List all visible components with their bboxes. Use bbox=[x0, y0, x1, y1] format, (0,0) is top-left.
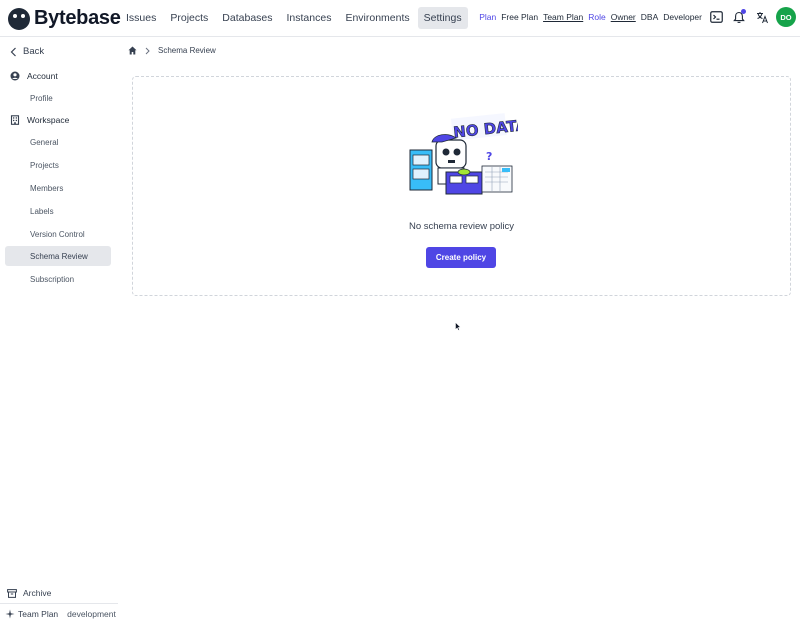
brand-name: Bytebase bbox=[34, 7, 121, 29]
sidebar-item-profile[interactable]: Profile bbox=[5, 88, 111, 108]
bytebase-logo-icon bbox=[8, 7, 30, 30]
sparkle-icon bbox=[5, 609, 15, 619]
chevron-right-icon bbox=[145, 47, 150, 54]
environment-label: development bbox=[67, 609, 116, 619]
sidebar-item-general[interactable]: General bbox=[5, 132, 111, 152]
back-button[interactable]: Back bbox=[10, 46, 44, 57]
nav-issues[interactable]: Issues bbox=[120, 7, 162, 29]
notification-dot bbox=[741, 9, 746, 14]
settings-sidebar: Back Account Profile Workspace General P… bbox=[0, 38, 118, 622]
free-plan-switch[interactable]: Free Plan bbox=[501, 12, 538, 22]
sidebar-item-labels[interactable]: Labels bbox=[5, 201, 111, 221]
terminal-icon[interactable] bbox=[707, 8, 725, 26]
role-dba-switch[interactable]: DBA bbox=[641, 12, 658, 22]
nav-environments[interactable]: Environments bbox=[339, 7, 415, 29]
breadcrumb-current: Schema Review bbox=[158, 46, 216, 55]
sidebar-item-schema-review[interactable]: Schema Review bbox=[5, 246, 111, 266]
bytebase-logo[interactable]: Bytebase bbox=[8, 7, 121, 30]
user-circle-icon bbox=[10, 71, 20, 81]
role-label: Role bbox=[588, 12, 606, 22]
sidebar-item-subscription[interactable]: Subscription bbox=[5, 269, 111, 289]
create-policy-button[interactable]: Create policy bbox=[426, 247, 496, 268]
nav-settings[interactable]: Settings bbox=[417, 7, 468, 29]
sidebar-item-members[interactable]: Members bbox=[5, 178, 111, 198]
archive-label: Archive bbox=[23, 588, 52, 598]
sidebar-item-projects[interactable]: Projects bbox=[5, 155, 111, 175]
building-icon bbox=[10, 115, 20, 125]
nav-instances[interactable]: Instances bbox=[281, 7, 338, 29]
top-bar: Bytebase Issues Projects Databases Insta… bbox=[0, 0, 800, 37]
plan-footer-label: Team Plan bbox=[18, 609, 59, 619]
team-plan-switch[interactable]: Team Plan bbox=[543, 12, 583, 22]
account-section: Account bbox=[10, 71, 58, 81]
empty-state-message: No schema review policy bbox=[408, 221, 515, 232]
plan-footer[interactable]: Team Plan development bbox=[5, 609, 116, 619]
sidebar-divider bbox=[0, 603, 118, 604]
plan-label: Plan bbox=[479, 12, 497, 22]
role-owner-switch[interactable]: Owner bbox=[611, 12, 636, 22]
workspace-label: Workspace bbox=[27, 115, 70, 125]
translate-icon[interactable] bbox=[753, 8, 771, 26]
main-nav: Issues Projects Databases Instances Envi… bbox=[120, 7, 468, 29]
avatar[interactable]: DO bbox=[776, 7, 796, 27]
svg-text:?: ? bbox=[486, 150, 492, 163]
mouse-cursor-icon bbox=[455, 322, 461, 331]
nav-databases[interactable]: Databases bbox=[216, 7, 278, 29]
workspace-section: Workspace bbox=[10, 115, 69, 125]
archive-icon bbox=[7, 588, 17, 598]
breadcrumb: Schema Review bbox=[128, 46, 216, 55]
nav-projects[interactable]: Projects bbox=[164, 7, 214, 29]
bell-icon[interactable] bbox=[730, 8, 748, 26]
account-label: Account bbox=[27, 71, 58, 81]
role-developer-switch[interactable]: Developer bbox=[663, 12, 702, 22]
home-icon[interactable] bbox=[128, 46, 137, 55]
back-label: Back bbox=[23, 46, 45, 57]
archive-link[interactable]: Archive bbox=[7, 588, 51, 598]
chevron-left-icon bbox=[10, 47, 16, 56]
no-data-illustration: NO DATA ? bbox=[409, 113, 518, 195]
sidebar-item-version-control[interactable]: Version Control bbox=[5, 224, 111, 244]
top-right-controls: Plan Free Plan Team Plan Role Owner DBA … bbox=[479, 7, 796, 27]
